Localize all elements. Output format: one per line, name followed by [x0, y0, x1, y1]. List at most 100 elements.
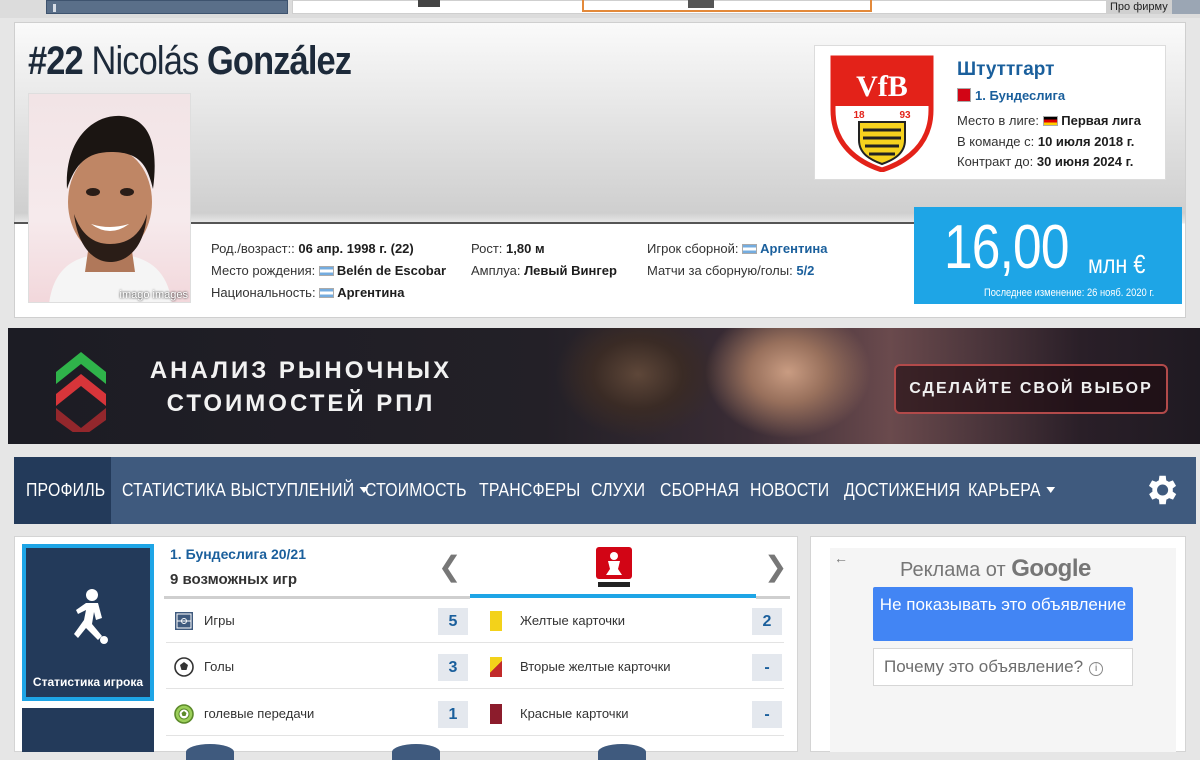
caps-link[interactable]: 5/2 — [796, 263, 814, 278]
league-level-value: Первая лига — [1061, 113, 1141, 128]
argentina-flag-icon — [318, 266, 334, 276]
height-value: 1,80 м — [506, 241, 545, 256]
info-icon: i — [1089, 662, 1104, 676]
stat-row-games[interactable]: Игры 5 — [166, 599, 470, 643]
stat-row-red-cards[interactable]: Красные карточки - — [470, 692, 784, 736]
tab-news[interactable]: НОВОСТИ — [750, 457, 829, 524]
nationality-row: Национальность: Аргентина — [211, 285, 405, 300]
birth-value: 06 апр. 1998 г. (22) — [298, 241, 414, 256]
stat-label: Вторые желтые карточки — [520, 659, 671, 674]
hide-ad-button[interactable]: Не показывать это объявление — [873, 587, 1133, 641]
facts-column-2: Рост: 1,80 м Амплуа: Левый Вингер — [471, 238, 617, 282]
joined-row: В команде с: 10 июля 2018 г. — [957, 134, 1135, 149]
stat-value[interactable]: - — [752, 654, 782, 681]
position-value: Левый Вингер — [524, 263, 617, 278]
about-company-link[interactable]: Про фирму — [1106, 0, 1172, 14]
back-arrow-icon[interactable]: ← — [834, 550, 848, 566]
svg-text:VfB: VfB — [856, 70, 908, 103]
club-league-link[interactable]: 1. Бундеслига — [957, 88, 1065, 103]
ad-heading: Реклама от Google — [900, 555, 1091, 582]
chart-circle-3 — [598, 744, 646, 760]
menu-icon — [53, 4, 56, 12]
stats-tile-2[interactable] — [22, 708, 154, 752]
prev-arrow-icon[interactable]: ❮ — [438, 550, 461, 583]
birth-row: Род./возраст:: 06 апр. 1998 г. (22) — [211, 241, 414, 256]
chevron-down-icon — [1045, 487, 1055, 493]
top-strip: Про фирму — [0, 0, 1200, 18]
stat-value[interactable]: 2 — [752, 608, 782, 635]
stat-row-second-yellow[interactable]: Вторые желтые карточки - — [470, 645, 784, 689]
tab-market-value[interactable]: СТОИМОСТЬ — [365, 457, 467, 524]
chart-circle-1 — [186, 744, 234, 760]
club-card: VfB 18 93 Штуттгарт 1. Бундеслига Место … — [814, 45, 1166, 180]
tab-national-team[interactable]: СБОРНАЯ — [660, 457, 739, 524]
birthplace-row: Место рождения: Belén de Escobar — [211, 263, 447, 278]
chart-circle-2 — [392, 744, 440, 760]
facts-column-3: Игрок сборной: Аргентина Матчи за сборну… — [647, 238, 827, 282]
tab-achievements[interactable]: ДОСТИЖЕНИЯ — [844, 457, 960, 524]
chevron-logo-icon — [56, 352, 106, 432]
google-logo-text: Google — [1011, 555, 1091, 582]
stat-value[interactable]: 3 — [438, 654, 468, 681]
stat-row-assists[interactable]: голевые передачи 1 — [166, 692, 470, 736]
league-season-link[interactable]: 1. Бундеслига 20/21 — [170, 546, 306, 562]
market-value: 16,00 — [944, 213, 1069, 282]
player-stats-tile[interactable]: Статистика игрока — [22, 544, 154, 701]
market-value-unit: млн € — [1088, 249, 1146, 279]
profile-nav: ПРОФИЛЬ СТАТИСТИКА ВЫСТУПЛЕНИЙ СТОИМОСТЬ… — [14, 457, 1196, 524]
ball-icon — [174, 657, 194, 677]
market-value-last-change: Последнее изменение: 26 нояб. 2020 г. — [984, 287, 1155, 299]
footballer-icon — [74, 589, 108, 644]
tab-rumours[interactable]: СЛУХИ — [591, 457, 645, 524]
possible-games: 9 возможных игр — [170, 571, 298, 588]
league-level-row: Место в лиге: Первая лига — [957, 113, 1141, 128]
second-yellow-card-icon — [490, 657, 502, 677]
stat-value[interactable]: 1 — [438, 701, 468, 728]
stat-row-yellow-cards[interactable]: Желтые карточки 2 — [470, 599, 784, 643]
stat-row-goals[interactable]: Голы 3 — [166, 645, 470, 689]
svg-text:93: 93 — [899, 110, 911, 121]
tab-profile[interactable]: ПРОФИЛЬ — [26, 457, 105, 524]
tab-career[interactable]: КАРЬЕРА — [968, 457, 1055, 524]
banner-player-photo-2 — [698, 328, 878, 444]
height-row: Рост: 1,80 м — [471, 241, 545, 256]
league-logo-tab[interactable] — [470, 544, 756, 598]
next-arrow-icon[interactable]: ❯ — [764, 550, 787, 583]
svg-text:18: 18 — [853, 110, 865, 121]
germany-flag-icon — [1042, 116, 1058, 126]
photo-copyright: imago images — [119, 289, 188, 301]
tab-transfers[interactable]: ТРАНСФЕРЫ — [479, 457, 580, 524]
market-value-box[interactable]: 16,00 млн € Последнее изменение: 26 нояб… — [914, 207, 1182, 304]
banner-cta-button[interactable]: СДЕЛАЙТЕ СВОЙ ВЫБОР — [894, 364, 1168, 414]
promo-banner[interactable]: АНАЛИЗ РЫНОЧНЫХ СТОИМОСТЕЙ РПЛ СДЕЛАЙТЕ … — [8, 328, 1200, 444]
birthplace-value: Belén de Escobar — [336, 263, 447, 278]
top-nav-stub[interactable] — [46, 0, 288, 14]
club-name-link[interactable]: Штуттгарт — [957, 59, 1054, 81]
stat-label: голевые передачи — [204, 706, 315, 721]
why-this-ad-button[interactable]: Почему это объявление? i — [873, 648, 1133, 686]
national-team-row: Игрок сборной: Аргентина — [647, 241, 828, 256]
argentina-flag-icon — [742, 244, 758, 254]
position-row: Амплуа: Левый Вингер — [471, 263, 617, 278]
player-last-name: González — [207, 39, 352, 83]
contract-row: Контракт до: 30 июня 2024 г. — [957, 154, 1134, 169]
pitch-icon — [175, 612, 193, 630]
top-highlight-box — [582, 0, 872, 12]
player-portrait-icon — [49, 115, 172, 302]
bundesliga-logo-icon — [596, 547, 632, 587]
stat-value[interactable]: - — [752, 701, 782, 728]
stat-value[interactable]: 5 — [438, 608, 468, 635]
player-name: #22 Nicolás González — [28, 38, 352, 84]
player-first-name: Nicolás — [91, 39, 200, 83]
top-thumb-icon-2 — [688, 0, 714, 8]
national-team-link[interactable]: Аргентина — [760, 241, 827, 256]
yellow-card-icon — [490, 611, 502, 631]
player-stats-label: Статистика игрока — [32, 675, 144, 689]
vfb-stuttgart-crest-icon[interactable]: VfB 18 93 — [829, 54, 935, 172]
tab-performance-stats[interactable]: СТАТИСТИКА ВЫСТУПЛЕНИЙ — [122, 457, 369, 524]
gear-icon[interactable] — [1142, 471, 1180, 509]
assist-ball-icon — [174, 704, 194, 724]
contract-value: 30 июня 2024 г. — [1036, 154, 1134, 169]
player-photo[interactable]: imago images — [28, 93, 191, 303]
stat-label: Игры — [204, 613, 235, 628]
